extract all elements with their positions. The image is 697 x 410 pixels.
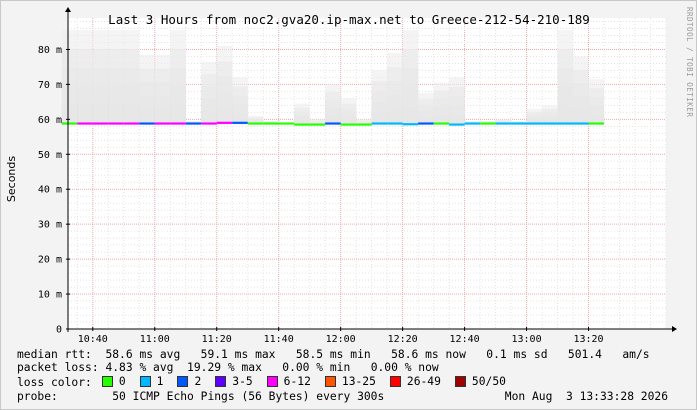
- packet-loss-row: packet loss: 4.83 % avg 19.29 % max 0.00…: [17, 361, 439, 374]
- legend-label: 6-12: [283, 375, 311, 388]
- probe-values: 50 ICMP Echo Pings (56 Bytes) every 300s: [112, 390, 385, 403]
- smoke-band: [77, 30, 93, 125]
- median-rtt-values: 58.6 ms avg 59.1 ms max 58.5 ms min 58.6…: [105, 348, 650, 361]
- probe-row: probe: 50 ICMP Echo Pings (56 Bytes) eve…: [17, 390, 682, 403]
- y-axis-arrow: [65, 7, 71, 12]
- smoke-band: [449, 77, 465, 126]
- y-tick-label: 60 m: [38, 115, 62, 126]
- legend-item: 0: [101, 375, 126, 388]
- y-tick-label: 0: [56, 325, 62, 336]
- legend-swatch: [215, 376, 227, 387]
- legend-item: 3-5: [215, 375, 253, 388]
- smoke-band: [588, 79, 605, 125]
- y-tick-label: 10 m: [38, 290, 62, 301]
- smoke-band: [402, 30, 419, 126]
- legend-label: 26-49: [406, 375, 441, 388]
- packet-loss-label: packet loss:: [17, 361, 99, 374]
- smoke-band: [154, 54, 171, 125]
- smoke-band: [573, 56, 589, 125]
- smoke-band: [542, 105, 558, 125]
- legend-swatch: [177, 376, 189, 387]
- legend-item: 26-49: [389, 375, 441, 388]
- median-rtt-label: median rtt:: [17, 348, 92, 361]
- smoke-band: [61, 30, 78, 125]
- smoke-band: [170, 30, 186, 125]
- probe-label: probe:: [17, 390, 58, 403]
- smoke-band: [216, 45, 233, 125]
- x-tick-label: 11:40: [264, 334, 294, 345]
- legend-label: 3-5: [232, 375, 253, 388]
- x-tick-label: 12:20: [388, 334, 418, 345]
- smoke-band: [92, 30, 109, 125]
- legend-item: 50/50: [454, 375, 506, 388]
- legend-label: 1: [156, 375, 164, 388]
- median-rtt-row: median rtt: 58.6 ms avg 59.1 ms max 58.5…: [17, 348, 650, 361]
- latency-chart: 010 m20 m30 m40 m50 m60 m70 m80 m 10:40 1…: [5, 7, 694, 345]
- smoke-band: [371, 70, 388, 125]
- packet-loss-values: 4.83 % avg 19.29 % max 0.00 % min 0.00 %…: [105, 361, 439, 374]
- x-tick-label: 12:40: [450, 334, 480, 345]
- legend-swatch: [101, 376, 113, 387]
- x-tick-label: 13:00: [512, 334, 542, 345]
- smoke-band: [201, 61, 217, 125]
- legend-label: 50/50: [471, 375, 506, 388]
- smoke-band: [325, 84, 341, 125]
- x-tick-label: 10:40: [78, 334, 108, 345]
- loss-color-legend: loss color: 0 1 2 3-5 6-12 13-25 26-49 50/50: [17, 375, 520, 390]
- legend-swatch: [324, 376, 336, 387]
- rrdtool-watermark: RRDTOOL / TOBI OETIKER: [685, 7, 694, 117]
- smoke-band: [418, 93, 434, 125]
- x-axis-arrow: [672, 326, 677, 332]
- smoke-band: [123, 30, 140, 125]
- legend-label: 2: [194, 375, 202, 388]
- legend-item: 2: [177, 375, 201, 388]
- x-tick-labels: 10:40 11:00 11:20 11:40 12:00 12:20 12:40 13:00…: [78, 327, 604, 345]
- smoke-band: [108, 30, 124, 125]
- smoke-band: [387, 52, 403, 125]
- legend-swatch: [454, 376, 466, 387]
- x-tick-label: 12:00: [326, 334, 356, 345]
- legend-items: 0 1 2 3-5 6-12 13-25 26-49 50/50: [101, 375, 520, 390]
- y-tick-label: 70 m: [38, 80, 62, 91]
- smoke-band: [139, 54, 155, 125]
- y-tick-label: 30 m: [38, 220, 62, 231]
- y-tick-label: 20 m: [38, 255, 62, 266]
- legend-swatch: [389, 376, 401, 387]
- loss-color-label: loss color:: [17, 376, 92, 389]
- median-line: [61, 121, 605, 126]
- smoke-band: [340, 98, 357, 126]
- smoke-band: [526, 108, 543, 125]
- smoke-band: [232, 77, 248, 125]
- y-tick-label: 80 m: [38, 45, 62, 56]
- x-tick-label: 11:00: [140, 334, 170, 345]
- smoke-band: [433, 82, 450, 125]
- chart-title: Last 3 Hours from noc2.gva20.ip-max.net …: [108, 12, 590, 27]
- legend-item: 13-25: [324, 375, 376, 388]
- legend-item: 1: [139, 375, 164, 388]
- smoke-band: [294, 103, 310, 126]
- probe-date: Mon Aug 3 13:33:28 2026: [504, 390, 668, 403]
- smoke-band: [557, 30, 574, 125]
- legend-swatch: [139, 376, 151, 387]
- y-axis-label: Seconds: [5, 156, 18, 202]
- legend-swatch: [266, 376, 278, 387]
- y-tick-label: 50 m: [38, 150, 62, 161]
- legend-label: 0: [118, 375, 126, 388]
- legend-item: 6-12: [266, 375, 311, 388]
- x-tick-label: 11:20: [202, 334, 232, 345]
- legend-label: 13-25: [341, 375, 376, 388]
- x-tick-label: 13:20: [573, 334, 603, 345]
- smokeping-graph: 0 10 m 20 m 30 m 40 m 50 m 60 m 70 m 80 m 10:40 1…: [0, 0, 697, 410]
- y-tick-label: 40 m: [38, 185, 62, 196]
